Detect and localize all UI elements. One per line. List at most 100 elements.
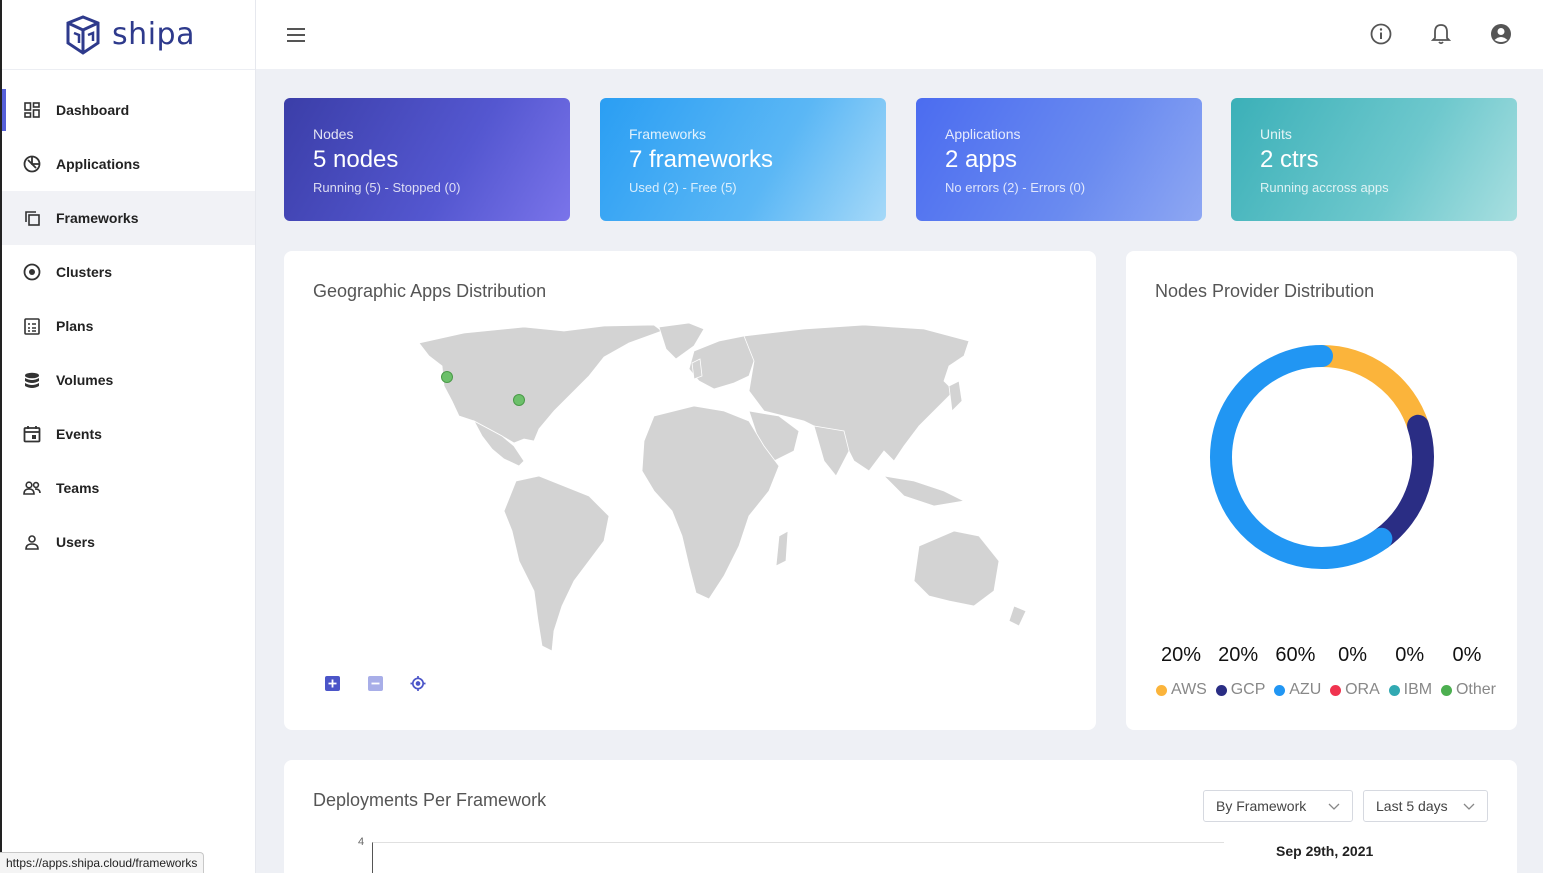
frameworks-icon <box>22 208 42 228</box>
provider-percentage: 20% <box>1160 644 1202 666</box>
frameworks-card[interactable]: Frameworks 7 frameworks Used (2) - Free … <box>600 98 886 221</box>
sidebar-item-users[interactable]: Users <box>2 515 255 569</box>
locate-icon[interactable] <box>410 675 426 691</box>
provider-donut-chart[interactable] <box>1206 341 1438 573</box>
provider-percentages: 20% 20% 60% 0% 0% 0% <box>1154 644 1494 667</box>
donut-slice-azu[interactable] <box>1210 345 1393 569</box>
sidebar-item-label: Applications <box>56 156 141 172</box>
provider-percentage: 60% <box>1275 644 1316 666</box>
legend-dot-icon <box>1330 684 1342 696</box>
stat-value: 2 ctrs <box>1260 146 1319 173</box>
teams-icon <box>22 478 42 498</box>
top-bar <box>256 0 1543 69</box>
legend-item-ora[interactable]: ORA <box>1330 681 1380 699</box>
sidebar-item-plans[interactable]: Plans <box>2 299 255 353</box>
legend-item-azu[interactable]: AZU <box>1274 681 1321 699</box>
brand-name: shipa <box>112 17 195 52</box>
legend-label: Other <box>1455 681 1496 698</box>
group-by-select[interactable]: By Framework <box>1203 790 1353 822</box>
plans-icon <box>22 316 42 336</box>
legend-label: AZU <box>1289 681 1322 698</box>
account-icon[interactable] <box>1489 22 1513 46</box>
legend-label: AWS <box>1171 681 1207 698</box>
deployments-panel: Deployments Per Framework By Framework L… <box>284 760 1517 873</box>
stat-subtitle: No errors (2) - Errors (0) <box>945 180 1086 195</box>
stat-value: 5 nodes <box>313 146 399 173</box>
provider-percentage: 20% <box>1218 644 1259 666</box>
world-map[interactable] <box>404 321 1074 661</box>
zoom-in-icon[interactable] <box>324 675 340 691</box>
sidebar-item-label: Frameworks <box>56 210 139 226</box>
legend-label: ORA <box>1345 681 1380 698</box>
sidebar-item-teams[interactable]: Teams <box>2 461 255 515</box>
panel-title: Deployments Per Framework <box>313 790 547 810</box>
units-card[interactable]: Units 2 ctrs Running accross apps <box>1231 98 1517 221</box>
applications-icon <box>22 154 42 174</box>
stat-subtitle: Running accross apps <box>1260 180 1389 195</box>
logo[interactable]: shipa <box>2 0 255 70</box>
sidebar-item-applications[interactable]: Applications <box>2 137 255 191</box>
panel-title: Nodes Provider Distribution <box>1155 281 1375 301</box>
sidebar-item-volumes[interactable]: Volumes <box>2 353 255 407</box>
stat-subtitle: Running (5) - Stopped (0) <box>313 180 461 195</box>
shipa-logo-icon <box>66 14 100 55</box>
stat-label: Frameworks <box>629 126 707 142</box>
sidebar-item-label: Events <box>56 426 102 442</box>
legend-dot-icon <box>1388 684 1400 696</box>
sidebar-item-label: Clusters <box>56 264 113 280</box>
chevron-down-icon <box>1463 798 1475 814</box>
stat-label: Units <box>1260 126 1292 142</box>
sidebar-item-label: Plans <box>56 318 94 334</box>
donut-slice-aws[interactable] <box>1311 345 1430 437</box>
provider-percentage: 0% <box>1395 644 1425 666</box>
legend-item-other[interactable]: Other <box>1440 681 1496 699</box>
legend-dot-icon <box>1440 684 1452 696</box>
sidebar: shipa Dashboard Applications Frameworks … <box>0 0 256 873</box>
provider-distribution-panel: Nodes Provider Distribution 20% 20% 60% 0% 0… <box>1126 251 1517 730</box>
panel-title: Geographic Apps Distribution <box>313 281 547 301</box>
clusters-icon <box>22 262 42 282</box>
select-value: By Framework <box>1216 798 1307 814</box>
select-value: Last 5 days <box>1376 798 1448 814</box>
app-location-marker[interactable] <box>513 394 525 406</box>
stat-value: 7 frameworks <box>629 146 774 173</box>
legend-item-ibm[interactable]: IBM <box>1388 681 1433 699</box>
zoom-out-icon[interactable] <box>367 675 383 691</box>
legend-label: IBM <box>1403 681 1433 698</box>
legend-item-gcp[interactable]: GCP <box>1215 681 1266 699</box>
nodes-card[interactable]: Nodes 5 nodes Running (5) - Stopped (0) <box>284 98 570 221</box>
y-axis-tick: 4 <box>358 836 365 848</box>
users-icon <box>22 532 42 552</box>
stat-value: 2 apps <box>945 146 1018 173</box>
legend-label: GCP <box>1230 681 1266 698</box>
dashboard-icon <box>22 100 42 120</box>
events-icon <box>22 424 42 444</box>
provider-legend: AWS GCP AZU ORA IBM Other <box>1156 681 1496 699</box>
applications-card[interactable]: Applications 2 apps No errors (2) - Erro… <box>916 98 1202 221</box>
volumes-icon <box>22 370 42 390</box>
tooltip-date: Sep 29th, 2021 <box>1276 843 1374 859</box>
provider-percentage: 0% <box>1338 644 1368 666</box>
legend-item-aws[interactable]: AWS <box>1156 681 1207 699</box>
info-icon[interactable] <box>1369 22 1393 46</box>
sidebar-item-label: Volumes <box>56 372 114 388</box>
legend-dot-icon <box>1215 684 1227 696</box>
sidebar-item-frameworks[interactable]: Frameworks <box>2 191 255 245</box>
stat-label: Nodes <box>313 126 354 142</box>
menu-icon[interactable] <box>286 25 306 45</box>
sidebar-item-label: Teams <box>56 480 100 496</box>
sidebar-item-clusters[interactable]: Clusters <box>2 245 255 299</box>
sidebar-nav: Dashboard Applications Frameworks Cluste… <box>2 70 255 569</box>
app-location-marker[interactable] <box>441 371 453 383</box>
geographic-distribution-panel: Geographic Apps Distribution <box>284 251 1096 730</box>
notifications-bell-icon[interactable] <box>1429 22 1453 46</box>
date-range-select[interactable]: Last 5 days <box>1363 790 1488 822</box>
provider-percentage: 0% <box>1452 644 1482 666</box>
stat-subtitle: Used (2) - Free (5) <box>629 180 737 195</box>
sidebar-item-label: Dashboard <box>56 102 130 118</box>
legend-dot-icon <box>1156 684 1167 696</box>
sidebar-item-events[interactable]: Events <box>2 407 255 461</box>
link-preview-status: https://apps.shipa.cloud/frameworks <box>0 852 205 873</box>
sidebar-item-dashboard[interactable]: Dashboard <box>2 83 255 137</box>
donut-slice-gcp[interactable] <box>1370 414 1434 550</box>
